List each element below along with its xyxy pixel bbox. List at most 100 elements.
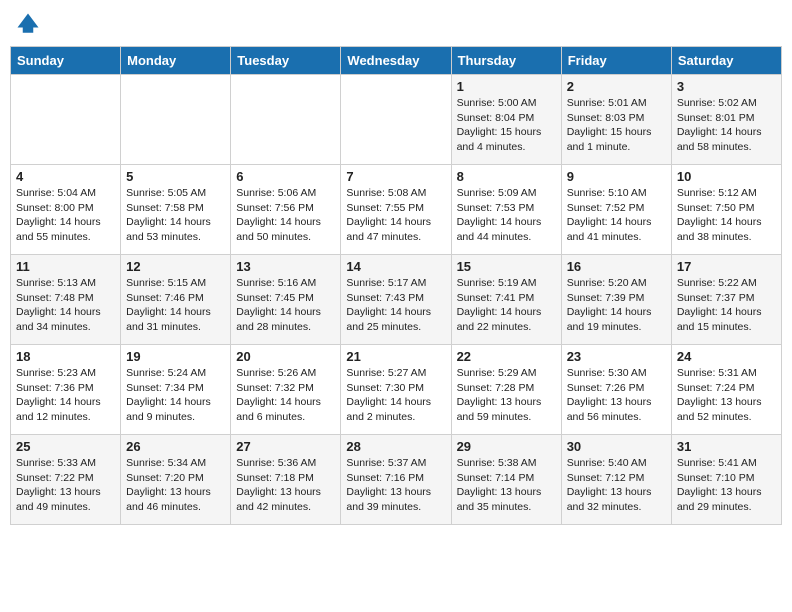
day-number: 6 bbox=[236, 169, 335, 184]
calendar-cell: 9 Sunrise: 5:10 AM Sunset: 7:52 PM Daylig… bbox=[561, 165, 671, 255]
day-info: Sunrise: 5:24 AM Sunset: 7:34 PM Dayligh… bbox=[126, 366, 225, 425]
day-number: 25 bbox=[16, 439, 115, 454]
day-info: Sunrise: 5:02 AM Sunset: 8:01 PM Dayligh… bbox=[677, 96, 776, 155]
calendar-week-row: 18 Sunrise: 5:23 AM Sunset: 7:36 PM Dayli… bbox=[11, 345, 782, 435]
calendar-cell: 17 Sunrise: 5:22 AM Sunset: 7:37 PM Dayli… bbox=[671, 255, 781, 345]
calendar-cell: 16 Sunrise: 5:20 AM Sunset: 7:39 PM Dayli… bbox=[561, 255, 671, 345]
calendar-cell: 5 Sunrise: 5:05 AM Sunset: 7:58 PM Daylig… bbox=[121, 165, 231, 255]
day-number: 23 bbox=[567, 349, 666, 364]
day-number: 21 bbox=[346, 349, 445, 364]
calendar-table: SundayMondayTuesdayWednesdayThursdayFrid… bbox=[10, 46, 782, 525]
weekday-header-monday: Monday bbox=[121, 47, 231, 75]
calendar-cell: 10 Sunrise: 5:12 AM Sunset: 7:50 PM Dayli… bbox=[671, 165, 781, 255]
calendar-cell: 24Sunrise: 5:31 AM Sunset: 7:24 PM Dayli… bbox=[671, 345, 781, 435]
day-number: 15 bbox=[457, 259, 556, 274]
page-header bbox=[10, 10, 782, 38]
weekday-header-row: SundayMondayTuesdayWednesdayThursdayFrid… bbox=[11, 47, 782, 75]
calendar-cell: 28 Sunrise: 5:37 AM Sunset: 7:16 PM Dayli… bbox=[341, 435, 451, 525]
day-number: 30 bbox=[567, 439, 666, 454]
calendar-cell: 3 Sunrise: 5:02 AM Sunset: 8:01 PM Daylig… bbox=[671, 75, 781, 165]
logo bbox=[14, 10, 44, 38]
calendar-cell bbox=[231, 75, 341, 165]
day-info: Sunrise: 5:26 AM Sunset: 7:32 PM Dayligh… bbox=[236, 366, 335, 425]
calendar-cell: 7 Sunrise: 5:08 AM Sunset: 7:55 PM Daylig… bbox=[341, 165, 451, 255]
day-info: Sunrise: 5:01 AM Sunset: 8:03 PM Dayligh… bbox=[567, 96, 666, 155]
calendar-cell: 13 Sunrise: 5:16 AM Sunset: 7:45 PM Dayli… bbox=[231, 255, 341, 345]
day-number: 10 bbox=[677, 169, 776, 184]
day-info: Sunrise: 5:41 AM Sunset: 7:10 PM Dayligh… bbox=[677, 456, 776, 515]
calendar-cell: 1Sunrise: 5:00 AM Sunset: 8:04 PM Daylig… bbox=[451, 75, 561, 165]
calendar-cell: 23 Sunrise: 5:30 AM Sunset: 7:26 PM Dayli… bbox=[561, 345, 671, 435]
day-info: Sunrise: 5:04 AM Sunset: 8:00 PM Dayligh… bbox=[16, 186, 115, 245]
day-info: Sunrise: 5:20 AM Sunset: 7:39 PM Dayligh… bbox=[567, 276, 666, 335]
day-info: Sunrise: 5:09 AM Sunset: 7:53 PM Dayligh… bbox=[457, 186, 556, 245]
calendar-cell: 2 Sunrise: 5:01 AM Sunset: 8:03 PM Daylig… bbox=[561, 75, 671, 165]
day-number: 19 bbox=[126, 349, 225, 364]
day-number: 28 bbox=[346, 439, 445, 454]
weekday-header-saturday: Saturday bbox=[671, 47, 781, 75]
calendar-cell: 15 Sunrise: 5:19 AM Sunset: 7:41 PM Dayli… bbox=[451, 255, 561, 345]
weekday-header-tuesday: Tuesday bbox=[231, 47, 341, 75]
day-number: 9 bbox=[567, 169, 666, 184]
day-number: 4 bbox=[16, 169, 115, 184]
day-number: 2 bbox=[567, 79, 666, 94]
day-info: Sunrise: 5:30 AM Sunset: 7:26 PM Dayligh… bbox=[567, 366, 666, 425]
calendar-cell: 22Sunrise: 5:29 AM Sunset: 7:28 PM Dayli… bbox=[451, 345, 561, 435]
day-number: 13 bbox=[236, 259, 335, 274]
day-info: Sunrise: 5:19 AM Sunset: 7:41 PM Dayligh… bbox=[457, 276, 556, 335]
day-number: 31 bbox=[677, 439, 776, 454]
day-info: Sunrise: 5:12 AM Sunset: 7:50 PM Dayligh… bbox=[677, 186, 776, 245]
calendar-week-row: 25Sunrise: 5:33 AM Sunset: 7:22 PM Dayli… bbox=[11, 435, 782, 525]
day-info: Sunrise: 5:22 AM Sunset: 7:37 PM Dayligh… bbox=[677, 276, 776, 335]
day-number: 11 bbox=[16, 259, 115, 274]
day-info: Sunrise: 5:23 AM Sunset: 7:36 PM Dayligh… bbox=[16, 366, 115, 425]
day-info: Sunrise: 5:06 AM Sunset: 7:56 PM Dayligh… bbox=[236, 186, 335, 245]
day-info: Sunrise: 5:17 AM Sunset: 7:43 PM Dayligh… bbox=[346, 276, 445, 335]
calendar-cell: 30 Sunrise: 5:40 AM Sunset: 7:12 PM Dayli… bbox=[561, 435, 671, 525]
calendar-cell: 25Sunrise: 5:33 AM Sunset: 7:22 PM Dayli… bbox=[11, 435, 121, 525]
calendar-cell: 21 Sunrise: 5:27 AM Sunset: 7:30 PM Dayli… bbox=[341, 345, 451, 435]
day-info: Sunrise: 5:37 AM Sunset: 7:16 PM Dayligh… bbox=[346, 456, 445, 515]
day-number: 7 bbox=[346, 169, 445, 184]
day-number: 14 bbox=[346, 259, 445, 274]
calendar-cell: 4 Sunrise: 5:04 AM Sunset: 8:00 PM Daylig… bbox=[11, 165, 121, 255]
day-number: 29 bbox=[457, 439, 556, 454]
day-number: 20 bbox=[236, 349, 335, 364]
calendar-cell: 11Sunrise: 5:13 AM Sunset: 7:48 PM Dayli… bbox=[11, 255, 121, 345]
day-info: Sunrise: 5:10 AM Sunset: 7:52 PM Dayligh… bbox=[567, 186, 666, 245]
day-info: Sunrise: 5:34 AM Sunset: 7:20 PM Dayligh… bbox=[126, 456, 225, 515]
logo-icon bbox=[14, 10, 42, 38]
day-number: 16 bbox=[567, 259, 666, 274]
day-info: Sunrise: 5:27 AM Sunset: 7:30 PM Dayligh… bbox=[346, 366, 445, 425]
calendar-cell: 20 Sunrise: 5:26 AM Sunset: 7:32 PM Dayli… bbox=[231, 345, 341, 435]
weekday-header-sunday: Sunday bbox=[11, 47, 121, 75]
day-number: 5 bbox=[126, 169, 225, 184]
calendar-cell: 14 Sunrise: 5:17 AM Sunset: 7:43 PM Dayli… bbox=[341, 255, 451, 345]
day-number: 24 bbox=[677, 349, 776, 364]
calendar-week-row: 11Sunrise: 5:13 AM Sunset: 7:48 PM Dayli… bbox=[11, 255, 782, 345]
day-info: Sunrise: 5:00 AM Sunset: 8:04 PM Dayligh… bbox=[457, 96, 556, 155]
calendar-cell bbox=[11, 75, 121, 165]
calendar-cell: 18 Sunrise: 5:23 AM Sunset: 7:36 PM Dayli… bbox=[11, 345, 121, 435]
calendar-cell: 6 Sunrise: 5:06 AM Sunset: 7:56 PM Daylig… bbox=[231, 165, 341, 255]
day-info: Sunrise: 5:40 AM Sunset: 7:12 PM Dayligh… bbox=[567, 456, 666, 515]
calendar-cell bbox=[341, 75, 451, 165]
calendar-cell bbox=[121, 75, 231, 165]
day-number: 12 bbox=[126, 259, 225, 274]
day-number: 18 bbox=[16, 349, 115, 364]
calendar-cell: 8Sunrise: 5:09 AM Sunset: 7:53 PM Daylig… bbox=[451, 165, 561, 255]
calendar-cell: 29 Sunrise: 5:38 AM Sunset: 7:14 PM Dayli… bbox=[451, 435, 561, 525]
weekday-header-wednesday: Wednesday bbox=[341, 47, 451, 75]
day-info: Sunrise: 5:38 AM Sunset: 7:14 PM Dayligh… bbox=[457, 456, 556, 515]
day-info: Sunrise: 5:29 AM Sunset: 7:28 PM Dayligh… bbox=[457, 366, 556, 425]
calendar-cell: 12 Sunrise: 5:15 AM Sunset: 7:46 PM Dayli… bbox=[121, 255, 231, 345]
day-number: 3 bbox=[677, 79, 776, 94]
day-info: Sunrise: 5:16 AM Sunset: 7:45 PM Dayligh… bbox=[236, 276, 335, 335]
weekday-header-thursday: Thursday bbox=[451, 47, 561, 75]
day-number: 26 bbox=[126, 439, 225, 454]
day-info: Sunrise: 5:15 AM Sunset: 7:46 PM Dayligh… bbox=[126, 276, 225, 335]
day-number: 27 bbox=[236, 439, 335, 454]
day-number: 17 bbox=[677, 259, 776, 274]
day-info: Sunrise: 5:05 AM Sunset: 7:58 PM Dayligh… bbox=[126, 186, 225, 245]
day-info: Sunrise: 5:08 AM Sunset: 7:55 PM Dayligh… bbox=[346, 186, 445, 245]
